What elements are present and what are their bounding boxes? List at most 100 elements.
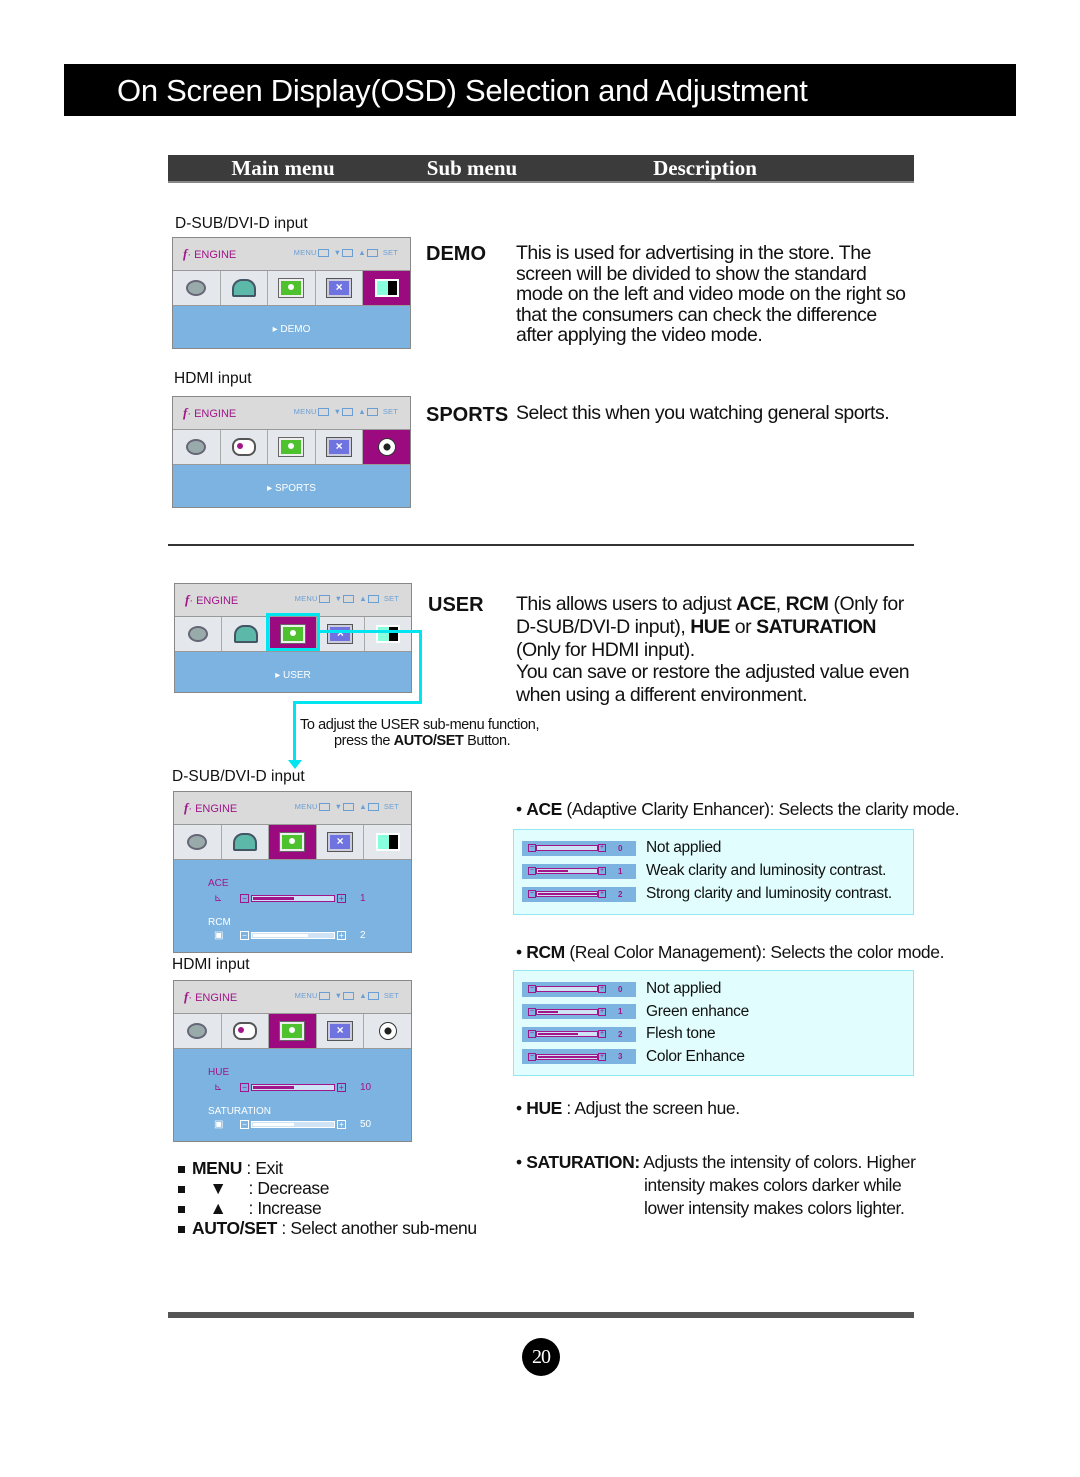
osd-menu-item[interactable]: [365, 617, 411, 651]
plus-icon[interactable]: +: [337, 1083, 346, 1092]
menu-key-icon: [318, 595, 330, 604]
slider-track: [251, 1084, 335, 1091]
osd-menu-item[interactable]: ×: [316, 430, 364, 464]
left-key-icon: [343, 803, 355, 812]
osd-menu-item[interactable]: [221, 430, 269, 464]
option-row: − +0 Not applied: [522, 980, 721, 998]
plus-icon[interactable]: +: [337, 1120, 346, 1129]
osd-controls: MENU ▼ ▲ SET: [294, 802, 399, 812]
text: or: [729, 615, 757, 638]
engine-label: ENGINE: [195, 992, 238, 1004]
osd-controls: MENU ▼ ▲ SET: [293, 248, 398, 258]
text: SATURATION:: [526, 1152, 640, 1172]
submenu-label: ▸ USER: [175, 670, 411, 681]
text: HUE: [526, 1098, 562, 1118]
minus-icon: −: [528, 890, 536, 898]
picture-icon: [279, 832, 306, 852]
option-value: 3: [618, 1052, 623, 1061]
slider[interactable]: ⊾ − +10: [208, 1082, 371, 1093]
osd-panel-hue-saturation: f· ENGINE MENU ▼ ▲ SET × HUE ⊾ − +10 SATURATION ▣ − +…: [173, 980, 412, 1142]
option-row: − +1 Weak clarity and luminosity contrast.: [522, 862, 886, 880]
up-arrow-icon: ▲: [209, 1198, 227, 1218]
osd-menu-item[interactable]: [268, 430, 316, 464]
slider[interactable]: ▣ − +50: [208, 1119, 371, 1130]
osd-menu-item[interactable]: [363, 430, 410, 464]
osd-menu-item[interactable]: [222, 825, 270, 859]
minus-icon[interactable]: −: [240, 894, 249, 903]
osd-menu-item[interactable]: [222, 1014, 270, 1048]
osd-menu-item[interactable]: [364, 825, 411, 859]
ace-options-box: − +0 Not applied − +1 Weak clarity and lumino…: [513, 829, 914, 915]
osd-menu-item[interactable]: [175, 617, 223, 651]
menu-key-icon: [318, 803, 330, 812]
saturation-heading: • SATURATION: Adjusts the intensity of c…: [516, 1152, 916, 1218]
osd-menu-item[interactable]: [221, 271, 269, 305]
osd-submenu-area: ▸ SPORTS: [173, 465, 410, 507]
text: HUE: [690, 615, 730, 638]
slider-track: [536, 868, 598, 874]
slider[interactable]: ⊾ − +1: [208, 893, 366, 904]
minus-icon[interactable]: −: [240, 1120, 249, 1129]
slider-fill: [538, 1055, 598, 1058]
text: RCM: [526, 942, 565, 962]
left-key-icon: [342, 408, 354, 417]
option-label: Not applied: [646, 839, 722, 856]
right-key-icon: [366, 408, 378, 417]
mini-slider: − +2: [522, 1026, 636, 1042]
input-label: D-SUB/DVI-D input: [175, 215, 308, 232]
menu-key-icon: [317, 408, 329, 417]
text: Adjusts the intensity of colors. Higher: [639, 1152, 916, 1172]
menu-key-icon: [317, 249, 329, 258]
submenu-name: USER: [283, 670, 311, 681]
slider[interactable]: ▣ − +2: [208, 930, 366, 941]
slider-track: [536, 1008, 598, 1015]
plus-icon[interactable]: +: [337, 894, 346, 903]
text: You can save or restore the adjusted val…: [516, 661, 910, 707]
film-reel-icon: [187, 834, 208, 850]
osd-menu-item[interactable]: [269, 1014, 317, 1048]
text: : Exit: [241, 1158, 283, 1178]
plus-icon: +: [598, 890, 606, 898]
engine-logo: f· ENGINE: [183, 246, 237, 261]
osd-icon-row: ×: [173, 271, 410, 306]
submenu-demo: DEMO: [426, 243, 486, 265]
osd-menu-item[interactable]: ×: [317, 825, 365, 859]
osd-menu-item[interactable]: [174, 1014, 222, 1048]
close-icon: ×: [327, 1021, 354, 1041]
minus-icon: −: [528, 985, 536, 993]
slider-track: [251, 1121, 335, 1128]
osd-menu-item[interactable]: [222, 617, 270, 651]
down-arrow-icon: ▼: [209, 1178, 227, 1198]
text: : Select another sub-menu: [276, 1218, 477, 1238]
plus-icon: +: [598, 1030, 606, 1038]
slider-fill: [253, 1086, 294, 1089]
osd-menu-item[interactable]: [363, 271, 410, 305]
osd-menu-item[interactable]: [174, 825, 222, 859]
minus-icon[interactable]: −: [240, 931, 249, 940]
demo-split-icon: [375, 625, 400, 643]
globe-icon: [233, 625, 258, 643]
right-key-icon: [367, 992, 379, 1001]
osd-menu-item[interactable]: ×: [316, 271, 364, 305]
option-label: Green enhance: [646, 1002, 749, 1020]
osd-menu-item[interactable]: ×: [317, 1014, 365, 1048]
minus-icon[interactable]: −: [240, 1083, 249, 1092]
film-reel-icon: [188, 626, 209, 642]
osd-menu-item[interactable]: [268, 271, 316, 305]
slider-track: [536, 891, 598, 897]
plus-icon[interactable]: +: [337, 931, 346, 940]
button-legend: MENU : Exit ▼ : Decrease ▲ : Increase AU…: [178, 1158, 477, 1238]
osd-menu-item[interactable]: [364, 1014, 411, 1048]
osd-menu-item[interactable]: [173, 271, 221, 305]
plus-icon: +: [598, 1052, 606, 1061]
rcm-heading: • RCM (Real Color Management): Selects t…: [516, 942, 945, 962]
osd-menu-item[interactable]: [269, 825, 317, 859]
rcm-options-box: − +0 Not applied − +1 Green enhance − +2 Flesh t…: [513, 970, 914, 1076]
osd-menu-item[interactable]: [173, 430, 221, 464]
osd-menu-item[interactable]: ×: [317, 617, 365, 651]
mini-slider: − +0: [522, 840, 636, 856]
option-value: 2: [618, 1029, 623, 1039]
text: ACE: [526, 799, 562, 819]
option-row: − +0 Not applied: [522, 839, 721, 857]
connector-line: [419, 630, 422, 704]
